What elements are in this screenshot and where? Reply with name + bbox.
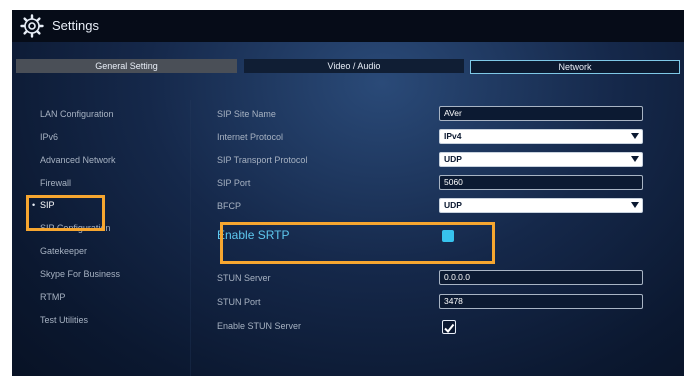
sip-transport-protocol-select[interactable]: UDP xyxy=(439,152,643,167)
enable-stun-server-label: Enable STUN Server xyxy=(217,321,302,331)
checkmark-icon xyxy=(444,323,455,334)
page-title: Settings xyxy=(52,18,99,33)
dropdown-arrow-icon xyxy=(631,133,639,139)
sidebar-item-lan-configuration[interactable]: LAN Configuration xyxy=(40,109,114,119)
sip-port-field[interactable]: 5060 xyxy=(439,175,643,190)
gear-icon xyxy=(20,14,44,38)
settings-screen: Settings General Setting Video / Audio N… xyxy=(12,10,684,376)
stun-server-label: STUN Server xyxy=(217,273,271,283)
sidebar-item-advanced-network[interactable]: Advanced Network xyxy=(40,155,116,165)
tab-video-audio[interactable]: Video / Audio xyxy=(244,59,464,73)
sidebar-item-test-utilities[interactable]: Test Utilities xyxy=(40,315,88,325)
sip-site-name-label: SIP Site Name xyxy=(217,109,276,119)
sip-port-label: SIP Port xyxy=(217,178,251,188)
sidebar-item-ipv6[interactable]: IPv6 xyxy=(40,132,58,142)
dropdown-arrow-icon xyxy=(631,202,639,208)
sidebar-divider xyxy=(190,100,191,376)
internet-protocol-select[interactable]: IPv4 xyxy=(439,129,643,144)
highlight-box-enable-srtp xyxy=(220,222,495,264)
internet-protocol-label: Internet Protocol xyxy=(217,132,284,142)
dropdown-arrow-icon xyxy=(631,156,639,162)
sip-site-name-field[interactable]: AVer xyxy=(439,106,643,121)
bfcp-value: UDP xyxy=(444,200,462,210)
sidebar-item-skype-for-business[interactable]: Skype For Business xyxy=(40,269,120,279)
tab-network[interactable]: Network xyxy=(470,60,680,74)
title-bar: Settings xyxy=(12,10,684,42)
sidebar-item-firewall[interactable]: Firewall xyxy=(40,178,71,188)
sidebar-item-gatekeeper[interactable]: Gatekeeper xyxy=(40,246,87,256)
stun-port-label: STUN Port xyxy=(217,297,261,307)
sidebar-item-rtmp[interactable]: RTMP xyxy=(40,292,65,302)
sip-transport-protocol-label: SIP Transport Protocol xyxy=(217,155,308,165)
enable-stun-server-checkbox[interactable] xyxy=(442,320,456,334)
bfcp-select[interactable]: UDP xyxy=(439,198,643,213)
stun-port-field[interactable]: 3478 xyxy=(439,294,643,309)
sip-transport-protocol-value: UDP xyxy=(444,154,462,164)
tab-general-setting[interactable]: General Setting xyxy=(16,59,237,73)
highlight-box-sip xyxy=(26,195,105,231)
stun-server-field[interactable]: 0.0.0.0 xyxy=(439,270,643,285)
internet-protocol-value: IPv4 xyxy=(444,131,462,141)
bfcp-label: BFCP xyxy=(217,201,242,211)
